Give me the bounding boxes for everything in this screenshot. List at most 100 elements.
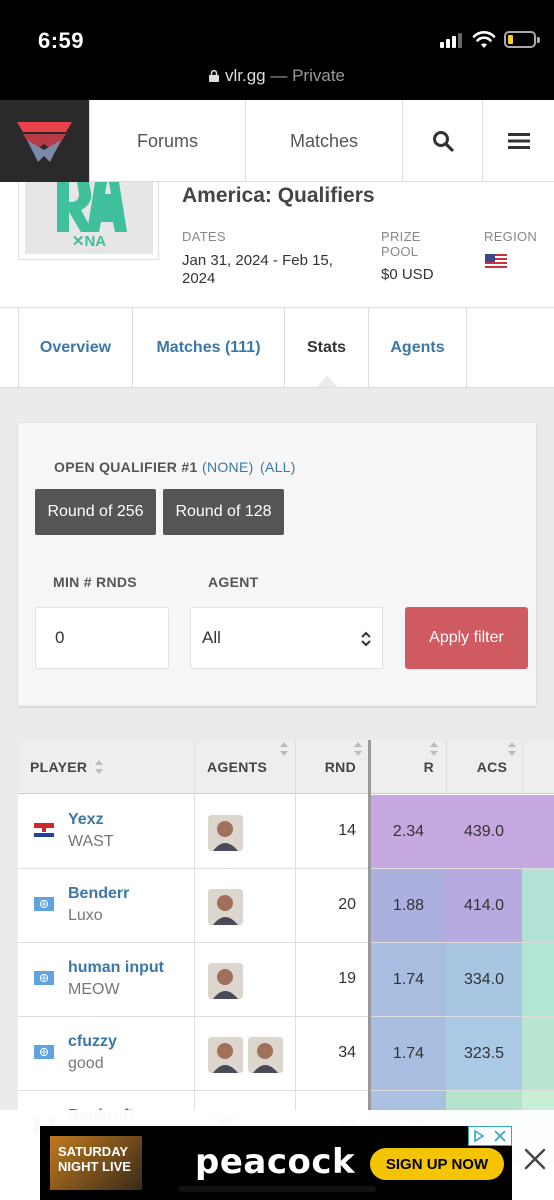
min-rounds-label: MIN # RNDS [53, 574, 137, 590]
sort-icon [430, 742, 438, 756]
table-header: PLAYER AGENTS RND R ACS [18, 740, 554, 794]
col-player-label: PLAYER [30, 759, 88, 775]
cellular-signal-icon [440, 32, 464, 48]
col-rnd[interactable]: RND [310, 740, 356, 794]
apply-filter-button[interactable]: Apply filter [405, 607, 528, 669]
col-player[interactable]: PLAYER [30, 740, 104, 794]
close-ad-icon[interactable] [522, 1146, 548, 1172]
site-logo[interactable] [0, 100, 89, 182]
acs-value: 414.0 [446, 869, 522, 942]
tab-matches[interactable]: Matches (111) [132, 308, 284, 387]
nav-search-button[interactable] [402, 100, 482, 182]
select-all-link[interactable]: (ALL) [260, 459, 296, 475]
ad-promo-text: SATURDAY NIGHT LIVE [50, 1136, 142, 1190]
player-team: good [68, 1055, 104, 1072]
adchoices-icon[interactable] [468, 1126, 512, 1146]
lock-icon [209, 70, 219, 82]
event-header: ✕NA America: Qualifiers DATES Jan 31, 20… [0, 182, 554, 308]
agent-select[interactable]: All [190, 607, 383, 669]
prize-pool-label: PRIZE POOL [381, 229, 421, 259]
country-flag-icon [34, 1045, 54, 1059]
home-indicator [178, 1186, 376, 1192]
table-row[interactable]: cfuzzy good 34 1.74 323.5 [18, 1017, 554, 1091]
search-icon [432, 131, 454, 152]
event-title: America: Qualifiers [182, 184, 375, 207]
col-r[interactable]: R [370, 740, 434, 794]
rating-value: 2.34 [371, 795, 446, 868]
player-name[interactable]: cfuzzy [68, 1033, 117, 1051]
select-none-link[interactable]: (NONE) [202, 459, 254, 475]
nav-menu-button[interactable] [482, 100, 554, 182]
adchoices-close-icon [474, 1129, 506, 1143]
sort-icon [95, 760, 104, 774]
round-of-256-button[interactable]: Round of 256 [35, 489, 156, 535]
ad-brand: peacock [195, 1142, 356, 1182]
clock: 6:59 [38, 28, 85, 53]
tab-overview[interactable]: Overview [18, 308, 132, 387]
select-chevron-icon [361, 631, 371, 647]
acs-value: 334.0 [446, 943, 522, 1016]
player-team: MEOW [68, 981, 120, 998]
column-divider [368, 740, 371, 1110]
agent-portrait-icon [248, 1037, 283, 1073]
col-agents[interactable]: AGENTS [207, 740, 267, 794]
player-team: WAST [68, 833, 114, 850]
agent-portrait-icon [208, 963, 243, 999]
acs-value: 323.5 [446, 1017, 522, 1090]
table-row[interactable]: Benderr Luxo 20 1.88 414.0 [18, 869, 554, 943]
player-name[interactable]: Benderr [68, 885, 129, 903]
region-label: REGION [484, 229, 538, 244]
agent-portrait-icon [208, 889, 243, 925]
rounds-value: 34 [338, 1044, 356, 1061]
nav-forums[interactable]: Forums [89, 100, 245, 182]
col-acs[interactable]: ACS [446, 740, 538, 794]
wifi-icon [472, 31, 496, 48]
sort-icon [280, 742, 288, 756]
hamburger-menu-icon [507, 133, 530, 149]
player-name[interactable]: Yexz [68, 811, 104, 829]
rating-value: 1.88 [371, 869, 446, 942]
table-row[interactable]: Yexz WAST 14 2.34 439.0 [18, 795, 554, 869]
player-team: Luxo [68, 907, 103, 924]
player-name[interactable]: human input [68, 959, 164, 977]
url-domain: vlr.gg [225, 66, 266, 85]
next-stat-cell [522, 869, 554, 942]
round-of-128-button[interactable]: Round of 128 [163, 489, 284, 535]
table-row[interactable]: human input MEOW 19 1.74 334.0 [18, 943, 554, 1017]
ad-signup-button[interactable]: SIGN UP NOW [370, 1148, 504, 1180]
nav-matches[interactable]: Matches [245, 100, 402, 182]
dates-value: Jan 31, 2024 - Feb 15, 2024 [182, 252, 333, 287]
rounds-value: 14 [338, 822, 356, 839]
min-rounds-input[interactable]: 0 [35, 607, 169, 669]
next-stat-cell [522, 1017, 554, 1090]
agent-filter-label: AGENT [208, 574, 259, 590]
next-stat-cell [522, 943, 554, 1016]
us-flag-icon [485, 254, 507, 269]
stats-table: PLAYER AGENTS RND R ACS Yexz WAST 14 2.34 43… [18, 740, 554, 1165]
site-nav: Forums Matches [0, 100, 554, 182]
rating-value: 1.74 [371, 1017, 446, 1090]
tab-agents[interactable]: Agents [368, 308, 466, 387]
event-tabs: Overview Matches (111) Stats Agents [0, 308, 554, 388]
agent-portrait-icon [208, 815, 243, 851]
column-divider [295, 740, 296, 1110]
country-flag-icon [34, 823, 54, 837]
prize-pool-value: $0 USD [381, 266, 434, 283]
column-divider [194, 740, 195, 1110]
rating-value: 1.74 [371, 943, 446, 1016]
active-tab-indicator [317, 375, 337, 387]
acs-value: 439.0 [446, 795, 522, 868]
svg-text:✕NA: ✕NA [72, 233, 106, 250]
url-bar[interactable]: vlr.gg — Private [0, 66, 554, 86]
next-stat-cell [522, 795, 554, 868]
dates-label: DATES [182, 229, 226, 244]
column-divider [446, 740, 447, 794]
country-flag-icon [34, 897, 54, 911]
event-logo: ✕NA [18, 182, 159, 260]
rounds-value: 19 [338, 970, 356, 987]
agent-portrait-icon [208, 1037, 243, 1073]
agent-select-value: All [202, 628, 221, 647]
column-divider [522, 740, 523, 794]
private-mode-label: — Private [265, 66, 345, 85]
event-logo-icon: ✕NA [57, 182, 127, 250]
